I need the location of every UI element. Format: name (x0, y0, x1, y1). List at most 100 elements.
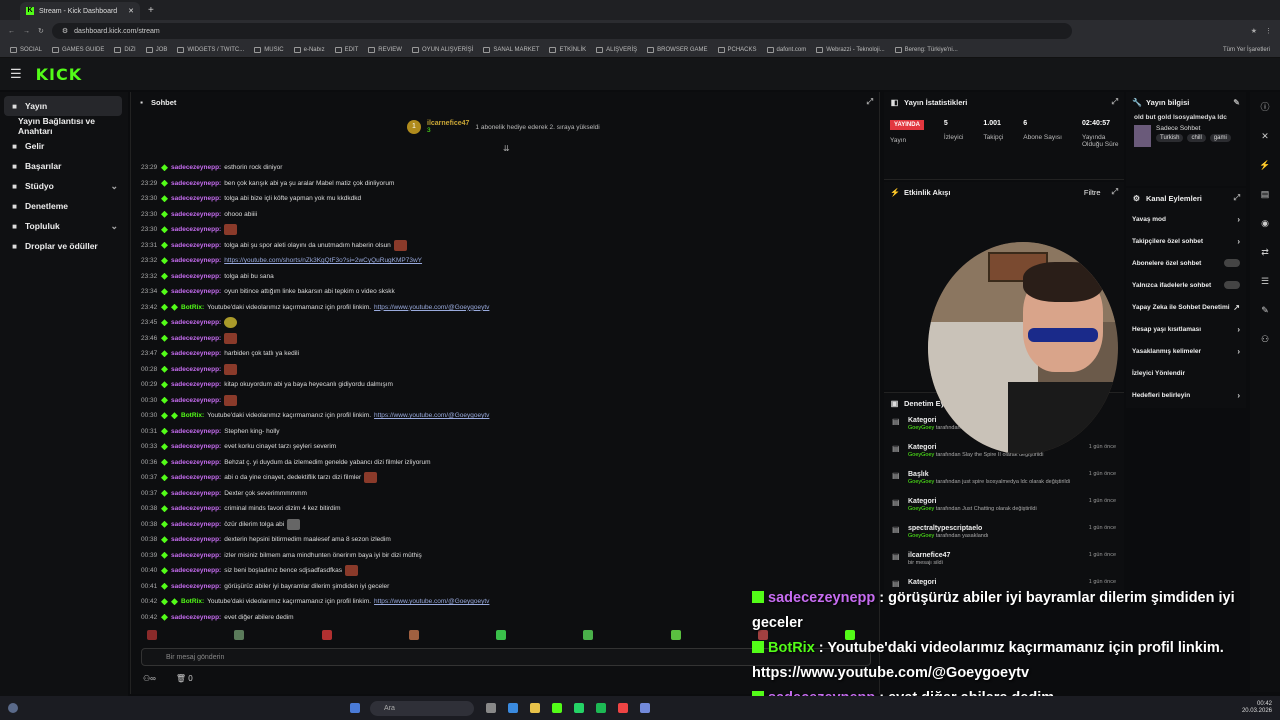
quick-emote-icon[interactable] (496, 630, 506, 640)
message-username[interactable]: sadecezeynepp: (171, 335, 221, 342)
hamburger-menu-icon[interactable]: ☰ (10, 66, 22, 82)
message-username[interactable]: sadecezeynepp: (171, 459, 221, 466)
explorer-icon[interactable] (530, 703, 540, 713)
back-icon[interactable]: ← (8, 28, 15, 35)
close-tab-icon[interactable]: ✕ (128, 7, 134, 15)
taskbar-search[interactable]: Ara (370, 700, 474, 716)
message-username[interactable]: sadecezeynepp: (171, 443, 221, 450)
channel-action[interactable]: Hesap yaşı kısıtlaması › (1126, 318, 1246, 340)
sidebar-item[interactable]: ■ Gelir (0, 136, 128, 156)
popout-icon[interactable]: ⤢ (867, 97, 873, 107)
bookmark-item[interactable]: dafont.com (766, 46, 806, 53)
bookmark-item[interactable]: WIDGETS / TWITC... (177, 46, 244, 53)
toggle-switch[interactable] (1224, 259, 1240, 267)
quick-emote-icon[interactable] (583, 630, 594, 640)
chat-bubble-icon[interactable]: ◉ (1261, 218, 1269, 229)
taskview-icon[interactable] (486, 703, 496, 713)
message-username[interactable]: sadecezeynepp: (171, 521, 221, 528)
edit-icon[interactable]: ✎ (1233, 98, 1240, 107)
chatters-icon[interactable]: ⚇∞ (143, 674, 156, 683)
toggle-switch[interactable] (1224, 281, 1240, 289)
activity-popout-icon[interactable]: ⤢ (1112, 187, 1118, 197)
filter-button[interactable]: Filtre (1084, 188, 1101, 197)
widgets-icon[interactable] (8, 703, 18, 713)
sidebar-item[interactable]: ■ Droplar ve ödüller (0, 236, 128, 256)
chrome-icon[interactable] (618, 703, 628, 713)
link-icon[interactable]: ⇄ (1261, 247, 1269, 258)
channel-action[interactable]: Yapay Zeka ile Sohbet Denetimi ↗ (1126, 296, 1246, 318)
browser-tab[interactable]: K Stream - Kick Dashboard ✕ (20, 2, 140, 20)
lightning-icon[interactable]: ⚡ (1259, 160, 1270, 171)
scroll-down-icon[interactable]: ⇊ (503, 144, 510, 153)
quick-emote-icon[interactable] (321, 630, 332, 640)
message-username[interactable]: sadecezeynepp: (171, 366, 221, 373)
channel-action[interactable]: Takipçilere özel sohbet › (1126, 230, 1246, 252)
message-username[interactable]: sadecezeynepp: (171, 505, 221, 512)
channel-action[interactable]: Abonelere özel sohbet (1126, 252, 1246, 274)
bookmark-item[interactable]: REVIEW (368, 46, 402, 53)
close-icon[interactable]: ✕ (1261, 131, 1269, 142)
message-link[interactable]: https://www.youtube.com/@Goeygoeytv (374, 412, 489, 419)
edge-icon[interactable] (508, 703, 518, 713)
gift-user[interactable]: ilcarnefice47 (427, 120, 469, 127)
message-username[interactable]: sadecezeynepp: (171, 397, 221, 404)
message-username[interactable]: sadecezeynepp: (171, 242, 221, 249)
tag-chip[interactable]: chill (1187, 134, 1206, 142)
bookmark-item[interactable]: Webrazzi - Teknoloji... (816, 46, 885, 53)
info-icon[interactable]: ⓘ (1260, 100, 1269, 113)
log-actor[interactable]: GoeyGoey (908, 506, 936, 512)
sidebar-item[interactable]: ■ Stüdyo ⌄ (0, 176, 128, 196)
bookmark-item[interactable]: BROWSER GAME (647, 46, 708, 53)
taskbar-clock[interactable]: 00:42 20.03.2026 (1242, 701, 1272, 715)
forward-icon[interactable]: → (23, 28, 30, 35)
bookmark-item[interactable]: OYUN ALIŞVERİŞİ (411, 46, 473, 53)
reload-icon[interactable]: ↻ (38, 27, 44, 35)
actions-popout-icon[interactable]: ⤢ (1234, 193, 1240, 203)
channel-action[interactable]: Yavaş mod › (1126, 208, 1246, 230)
trash-icon[interactable]: 🗑 0 (176, 674, 193, 683)
kick-app-icon[interactable] (552, 703, 562, 713)
all-bookmarks[interactable]: Tüm Yer İşaretleri (1223, 47, 1270, 53)
site-info-icon[interactable]: ⚙ (62, 27, 68, 35)
message-username[interactable]: sadecezeynepp: (171, 211, 221, 218)
bookmark-item[interactable]: SANAL MARKET (483, 46, 539, 53)
chevron-down-icon[interactable]: ⌄ (110, 181, 118, 192)
message-username[interactable]: sadecezeynepp: (171, 536, 221, 543)
tag-chip[interactable]: gami (1209, 134, 1231, 142)
bookmark-item[interactable]: Bereng: Türkiye'ni... (894, 46, 958, 53)
clipboard-icon[interactable]: ▤ (1261, 189, 1270, 200)
message-username[interactable]: sadecezeynepp: (171, 195, 221, 202)
quick-emote-icon[interactable] (234, 630, 245, 640)
bookmark-item[interactable]: SOCIAL (10, 46, 42, 53)
new-tab-icon[interactable]: + (148, 5, 154, 16)
bookmark-item[interactable]: PCHACKS (717, 46, 757, 53)
bookmark-item[interactable]: ALIŞVERİŞ (596, 46, 637, 53)
message-link[interactable]: https://www.youtube.com/@Goeygoeytv (374, 598, 489, 605)
message-username[interactable]: sadecezeynepp: (171, 319, 221, 326)
star-icon[interactable]: ★ (1251, 27, 1257, 35)
message-username[interactable]: sadecezeynepp: (171, 273, 221, 280)
message-username[interactable]: BotRix: (181, 412, 204, 419)
tool-icon[interactable]: ✎ (1261, 305, 1269, 316)
channel-action[interactable]: Yasaklanmış kelimeler › (1126, 340, 1246, 362)
message-username[interactable]: BotRix: (181, 304, 204, 311)
external-link-icon[interactable]: ↗ (1233, 303, 1240, 312)
message-username[interactable]: sadecezeynepp: (171, 164, 221, 171)
channel-action[interactable]: Hedefleri belirleyin › (1126, 384, 1246, 406)
sidebar-item[interactable]: ■ Başarılar (0, 156, 128, 176)
bookmark-item[interactable]: MUSIC (254, 46, 284, 53)
message-link[interactable]: https://youtube.com/shorts/nZk3KgQtF3o?s… (224, 257, 422, 264)
log-actor[interactable]: GoeyGoey (908, 479, 936, 485)
chevron-down-icon[interactable]: ⌄ (110, 221, 118, 232)
message-username[interactable]: sadecezeynepp: (171, 552, 221, 559)
message-username[interactable]: sadecezeynepp: (171, 583, 221, 590)
message-username[interactable]: sadecezeynepp: (171, 490, 221, 497)
message-username[interactable]: sadecezeynepp: (171, 428, 221, 435)
message-username[interactable]: sadecezeynepp: (171, 381, 221, 388)
spotify-icon[interactable] (596, 703, 606, 713)
sidebar-item[interactable]: ■ Topluluk ⌄ (0, 216, 128, 236)
tag-chip[interactable]: Turkish (1156, 134, 1184, 142)
quick-emote-icon[interactable] (408, 630, 419, 640)
message-username[interactable]: sadecezeynepp: (171, 474, 221, 481)
bookmark-item[interactable]: GAMES GUIDE (52, 46, 104, 53)
